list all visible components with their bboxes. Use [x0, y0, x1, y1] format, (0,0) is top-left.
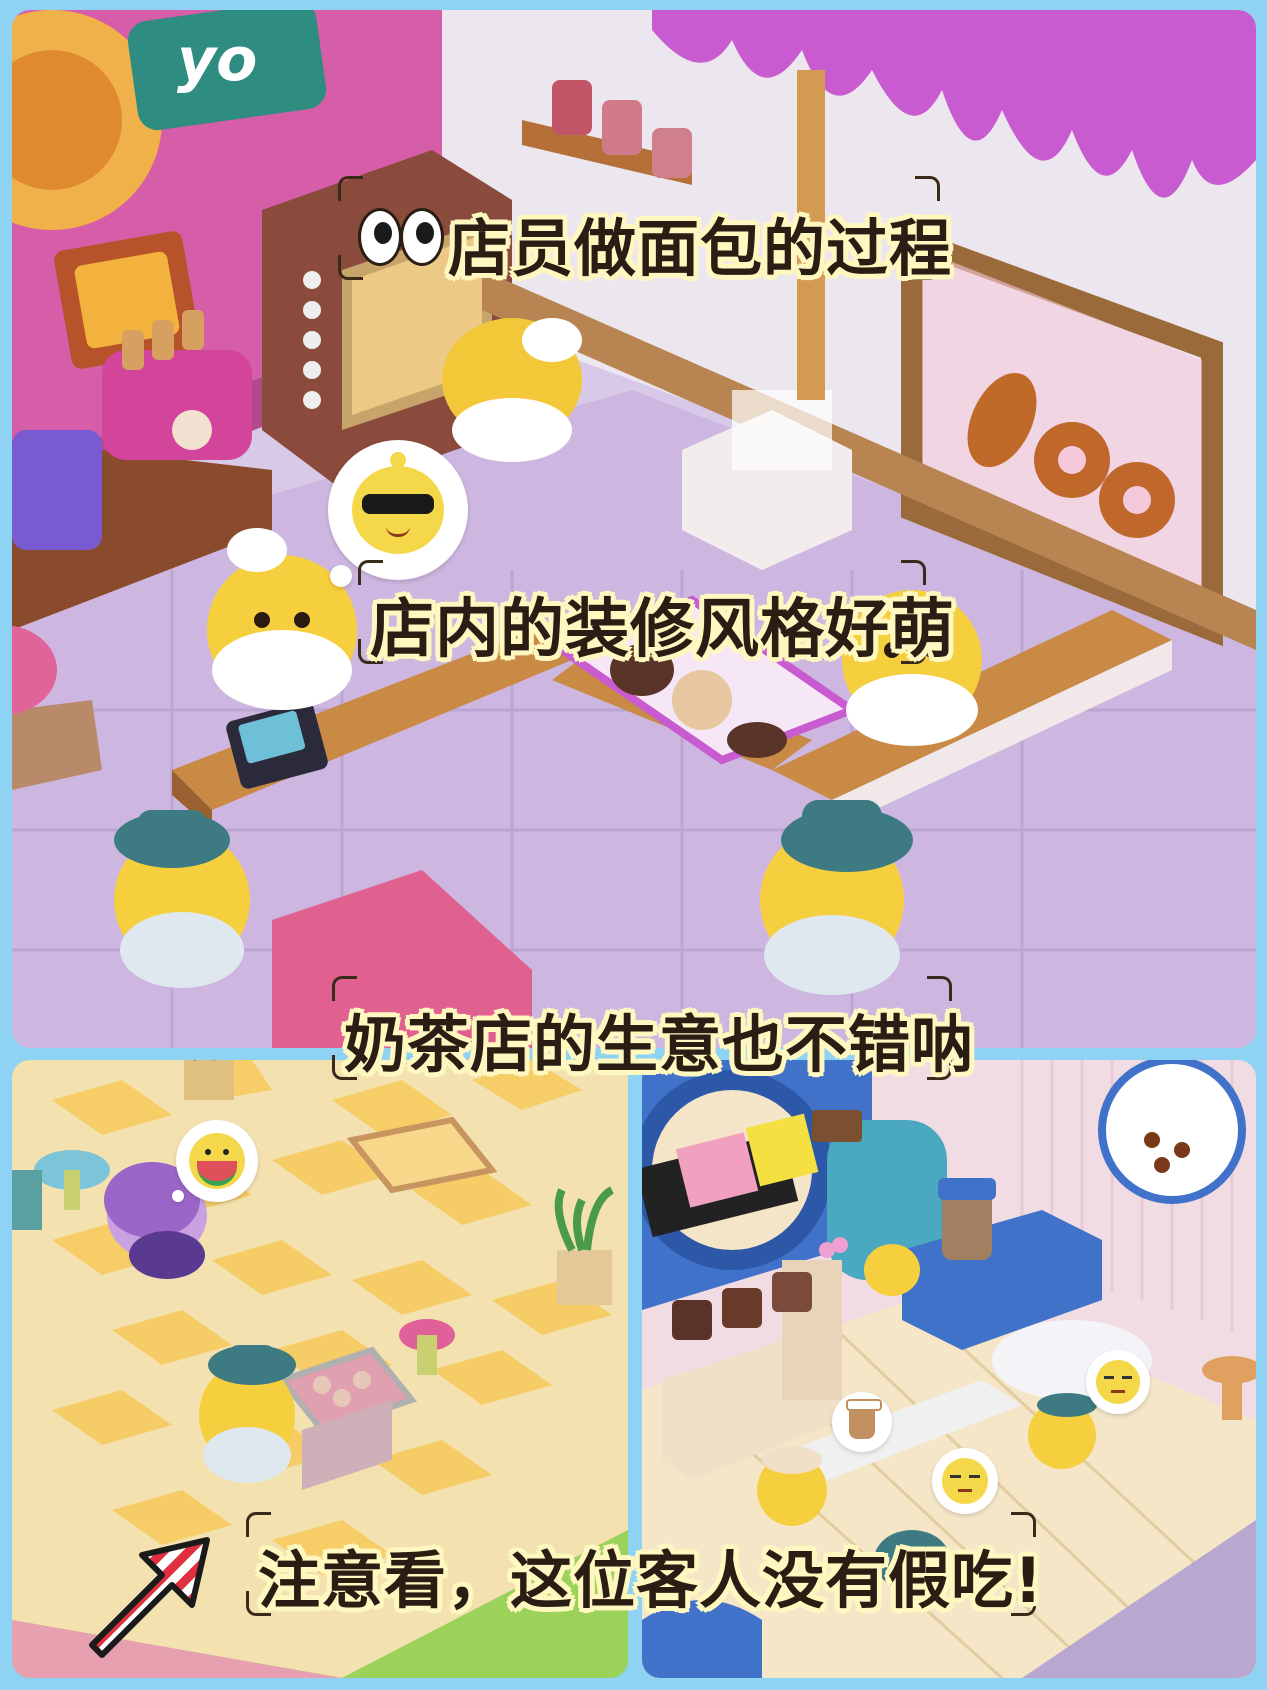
sleepy-face-icon — [942, 1458, 988, 1504]
caption-customer-eating: 注意看，这位客人没有假吃! — [258, 1544, 1044, 1617]
sleepy-face-icon — [1096, 1360, 1140, 1404]
eyes-icon — [358, 208, 444, 266]
milk-tea-icon — [846, 1399, 882, 1439]
caption-decor-style: 店内的装修风格好萌 — [370, 593, 955, 667]
thought-bubble — [328, 440, 468, 580]
thought-bubble — [832, 1392, 892, 1452]
bakery-scene-panel: yo — [12, 10, 1256, 1048]
caption-bakery-process: 店员做面包的过程 — [448, 212, 953, 285]
bakery-scene-art: yo — [12, 10, 1256, 1048]
thought-bubble — [1086, 1350, 1150, 1414]
thought-bubble — [932, 1448, 998, 1514]
sunglasses-face-icon — [352, 452, 444, 554]
caption-milk-tea-business: 奶茶店的生意也不错呐 — [344, 1008, 975, 1081]
shop-sign-text: yo — [177, 25, 257, 95]
thought-bubble-dot — [330, 565, 352, 587]
